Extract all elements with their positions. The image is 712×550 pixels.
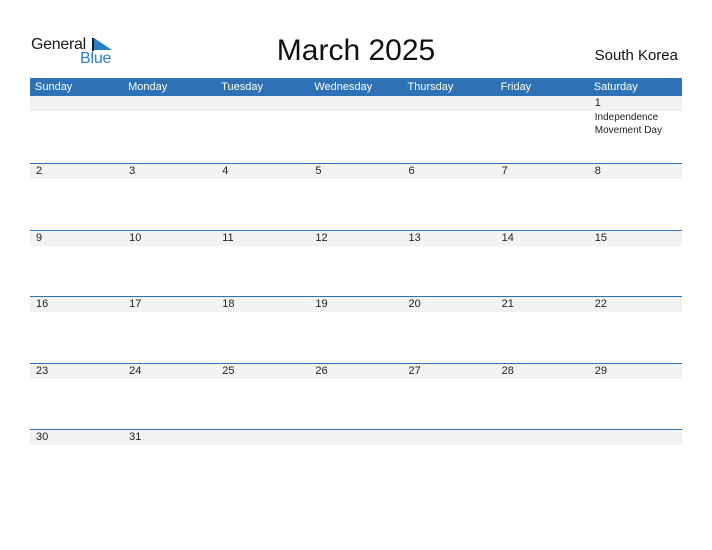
week-row: 1 Independence Movement Day (30, 96, 682, 163)
weeks-container: 1 Independence Movement Day 2 3 4 5 6 7 8 9 10 11 12 1… (30, 96, 682, 489)
week-row: 30 31 (30, 429, 682, 489)
day-cell (216, 430, 309, 445)
day-number: 11 (222, 231, 234, 244)
week-row: 9 10 11 12 13 14 15 (30, 229, 682, 297)
day-cell (403, 96, 496, 111)
weekday-wednesday: Wednesday (314, 81, 373, 93)
day-cell (403, 430, 496, 445)
day-number: 26 (315, 364, 328, 377)
day-number: 10 (129, 231, 142, 244)
day-cell: 20 (403, 297, 496, 312)
weekday-sunday: Sunday (35, 81, 73, 93)
day-cell: 5 (309, 164, 402, 179)
day-number: 17 (129, 298, 142, 310)
day-number: 20 (408, 298, 421, 310)
day-number: 7 (501, 165, 508, 177)
day-number: 18 (222, 298, 235, 310)
weekday-tuesday: Tuesday (221, 81, 264, 93)
day-number: 28 (501, 364, 514, 377)
day-cell: 1 Independence Movement Day (589, 96, 682, 136)
day-number: 29 (594, 364, 607, 377)
date-bar: 16 17 18 19 20 21 22 (30, 297, 682, 312)
day-cell: 24 (123, 364, 216, 379)
date-bar: 1 Independence Movement Day (30, 96, 682, 136)
day-cell (216, 96, 309, 111)
day-number: 13 (408, 231, 421, 244)
day-cell: 30 (30, 430, 123, 445)
day-cell: 11 (216, 231, 309, 246)
day-cell: 2 (30, 164, 123, 179)
day-number: 24 (129, 364, 142, 377)
day-cell: 12 (309, 231, 402, 246)
day-number: 25 (222, 364, 235, 377)
day-cell: 31 (123, 430, 216, 445)
day-cell: 8 (589, 164, 682, 179)
day-number: 3 (129, 165, 136, 177)
day-cell: 13 (403, 231, 496, 246)
date-bar: 30 31 (30, 430, 682, 445)
weekday-thursday: Thursday (407, 81, 454, 93)
day-number: 14 (501, 231, 514, 244)
day-number: 8 (594, 165, 601, 177)
day-number: 2 (36, 165, 43, 177)
day-cell: 9 (30, 231, 123, 246)
day-number: 16 (36, 298, 49, 310)
day-cell: 23 (30, 364, 123, 379)
day-number: 4 (222, 165, 229, 177)
day-cell (30, 96, 123, 111)
day-cell: 3 (123, 164, 216, 179)
day-cell: 14 (496, 231, 589, 246)
day-cell: 21 (496, 297, 589, 312)
day-cell: 6 (403, 164, 496, 179)
day-cell: 7 (496, 164, 589, 179)
week-row: 16 17 18 19 20 21 22 (30, 296, 682, 363)
weekday-monday: Monday (128, 81, 168, 93)
date-bar: 23 24 25 26 27 28 29 (30, 363, 682, 379)
day-number: 5 (315, 165, 322, 177)
day-cell: 29 (589, 364, 682, 379)
day-cell: 27 (403, 364, 496, 379)
day-number: 15 (594, 231, 607, 244)
day-number: 30 (36, 431, 49, 443)
date-bar: 9 10 11 12 13 14 15 (30, 230, 682, 246)
day-number: 19 (315, 298, 328, 310)
date-bar: 2 3 4 5 6 7 8 (30, 164, 682, 179)
day-cell (496, 96, 589, 111)
day-cell: 25 (216, 364, 309, 379)
day-cell (496, 430, 589, 445)
day-cell: 28 (496, 364, 589, 379)
holiday-line: Independence (594, 112, 659, 123)
day-cell (123, 96, 216, 111)
day-number: 9 (36, 231, 43, 244)
day-number: 6 (408, 165, 415, 177)
weekday-saturday: Saturday (593, 81, 638, 93)
holiday-line: Movement Day (594, 125, 662, 136)
day-cell: 22 (589, 297, 682, 312)
day-cell: 15 (589, 231, 682, 246)
day-number: 22 (594, 298, 607, 310)
day-cell (309, 430, 402, 445)
holiday-label: Independence Movement Day (595, 111, 662, 137)
day-cell: 18 (216, 297, 309, 312)
day-number: 12 (315, 231, 328, 244)
day-cell (589, 430, 682, 445)
day-cell: 17 (123, 297, 216, 312)
day-cell: 10 (123, 231, 216, 246)
day-number: 21 (501, 298, 514, 310)
day-number: 27 (408, 364, 421, 377)
calendar-grid: Sunday Monday Tuesday Wednesday Thursday… (30, 78, 682, 489)
day-cell: 16 (30, 297, 123, 312)
day-number: 31 (129, 431, 142, 443)
day-cell: 19 (309, 297, 402, 312)
day-cell: 26 (309, 364, 402, 379)
day-cell: 4 (216, 164, 309, 179)
weekday-header: Sunday Monday Tuesday Wednesday Thursday… (30, 78, 682, 96)
country-name: South Korea (594, 47, 678, 64)
day-cell (309, 96, 402, 111)
day-number: 1 (594, 97, 601, 109)
week-row: 23 24 25 26 27 28 29 (30, 362, 682, 430)
day-number: 23 (36, 364, 49, 377)
weekday-friday: Friday (500, 81, 532, 93)
week-row: 2 3 4 5 6 7 8 (30, 163, 682, 230)
